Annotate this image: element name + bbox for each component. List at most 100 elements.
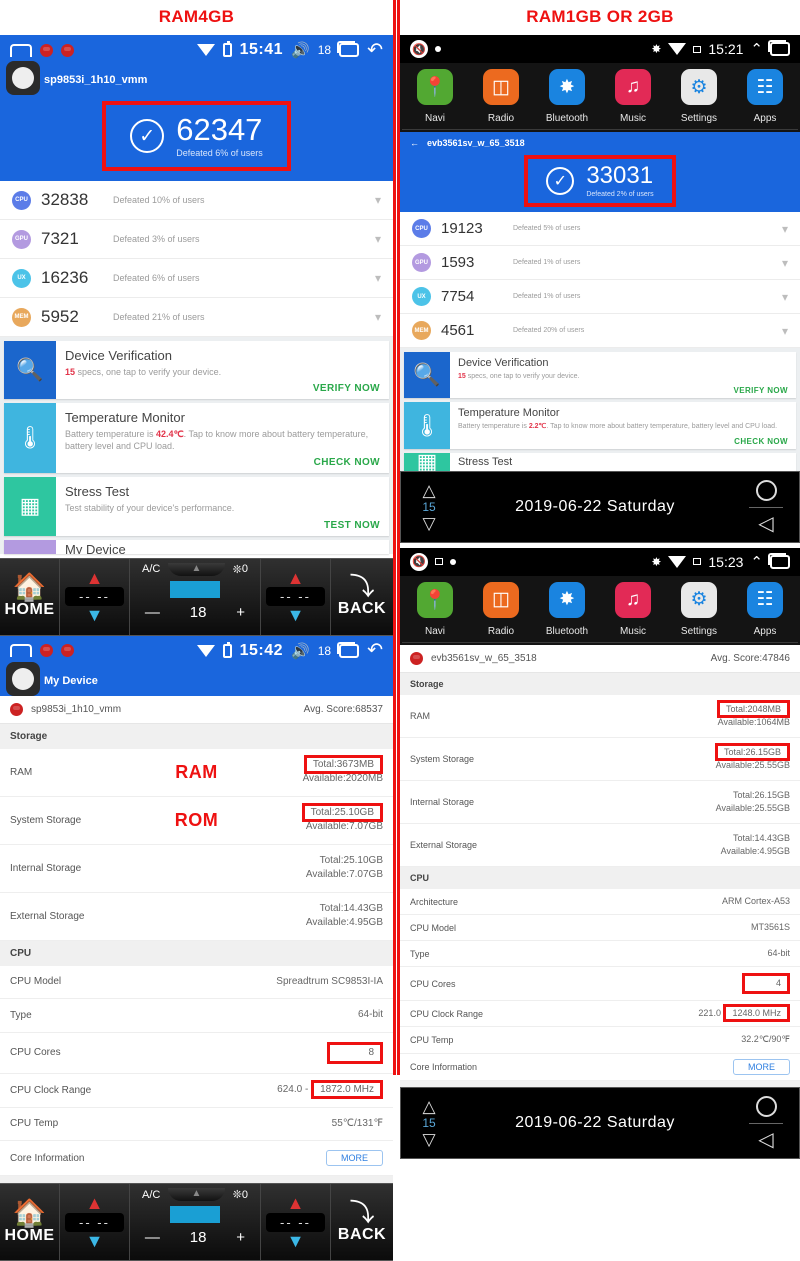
card-action-verify[interactable]: VERIFY NOW [65, 383, 380, 394]
card-device-verification[interactable]: 🔍 Device Verification 15 specs, one tap … [404, 352, 796, 399]
app-navi[interactable]: 📍 Navi [404, 69, 466, 124]
chevron-down-icon[interactable]: ▼ [86, 1231, 104, 1250]
home-outline-icon[interactable] [10, 43, 32, 57]
card-action-check[interactable]: CHECK NOW [458, 437, 788, 446]
chevron-down-icon[interactable]: ▾ [375, 193, 381, 207]
app-apps[interactable]: ☷ Apps [734, 69, 796, 124]
hmi-climate-panel[interactable]: A/C ▲ ❊ 0 — 18 + [130, 1184, 261, 1261]
metric-row-gpu[interactable]: GPU 7321 Defeated 3% of users ▾ [0, 220, 393, 259]
volume-knob-icon[interactable] [6, 661, 40, 696]
chevron-down-icon[interactable]: ▾ [375, 232, 381, 246]
app-radio[interactable]: ◫ Radio [470, 69, 532, 124]
metric-row-gpu[interactable]: GPU 1593 Defeated 1% of users ▾ [400, 246, 800, 280]
hmi-back-button[interactable]: ⤵ BACK [331, 558, 393, 635]
card-temperature-monitor[interactable]: 🌡 Temperature Monitor Battery temperatur… [404, 402, 796, 449]
metric-row-ux[interactable]: UX 16236 Defeated 6% of users ▾ [0, 259, 393, 298]
hmi-climate-panel[interactable]: A/C ▲ ❊ 0 — 18 + [130, 558, 261, 635]
app-apps[interactable]: ☷ Apps [734, 581, 796, 637]
back-arrow-icon[interactable]: ↶ [367, 641, 383, 660]
circle-icon[interactable] [755, 479, 777, 501]
card-temperature-monitor[interactable]: 🌡 Temperature Monitor Battery temperatur… [4, 403, 389, 474]
chevron-down-icon[interactable]: ▾ [375, 310, 381, 324]
triangle-up-icon[interactable]: △ [422, 482, 435, 499]
triangle-left-icon[interactable]: ◁ [758, 514, 773, 534]
hmi-home-button[interactable]: 🏠 HOME [0, 558, 60, 635]
circle-icon[interactable] [755, 1095, 777, 1117]
card-action-test[interactable]: TEST NOW [65, 520, 380, 531]
home-outline-icon[interactable] [10, 644, 32, 658]
volume-knob-icon[interactable] [6, 61, 40, 95]
hmi-right-temp[interactable]: ▲ -- -- ▼ [261, 1184, 331, 1261]
metric-row-ux[interactable]: UX 7754 Defeated 1% of users ▾ [400, 280, 800, 314]
hmi-right-temp[interactable]: ▲ -- -- ▼ [261, 558, 331, 635]
left-total-score[interactable]: ✓ 62347 Defeated 6% of users [102, 101, 291, 171]
triangle-left-icon[interactable]: ◁ [758, 1130, 773, 1150]
app-music[interactable]: ♫ Music [602, 69, 664, 124]
app-settings[interactable]: ⚙ Settings [668, 69, 730, 124]
app-bluetooth[interactable]: ✸ Bluetooth [536, 69, 598, 124]
triangle-up-icon[interactable]: △ [422, 1098, 435, 1115]
app-navi[interactable]: 📍 Navi [404, 581, 466, 637]
hmi-left-temp[interactable]: ▲ -- -- ▼ [60, 1184, 130, 1261]
metric-row-mem[interactable]: MEM 4561 Defeated 20% of users ▾ [400, 314, 800, 348]
hmi-plus-button[interactable]: + [236, 604, 245, 621]
speaker-icon[interactable]: 🔊 [291, 41, 310, 59]
card-my-device-partial[interactable]: My Device [4, 539, 389, 554]
mute-speaker-icon[interactable]: 🔇 [410, 552, 428, 571]
chevron-up-icon[interactable]: ▲ [287, 568, 305, 587]
hmi-fan-level-bar[interactable] [170, 1206, 220, 1224]
card-stress-test[interactable]: ▦ Stress Test Test stability of your dev… [4, 477, 389, 536]
chevron-down-icon[interactable]: ▾ [782, 290, 788, 304]
recents-icon[interactable] [768, 552, 790, 569]
triangle-down-icon[interactable]: ▽ [422, 1131, 435, 1148]
more-button[interactable]: MORE [733, 1058, 790, 1075]
hmi-ac-label[interactable]: A/C [142, 563, 160, 575]
chevron-down-icon[interactable]: ▾ [782, 256, 788, 270]
more-button[interactable]: MORE [326, 1150, 383, 1167]
recents-icon[interactable] [337, 41, 360, 57]
card-device-verification[interactable]: 🔍 Device Verification 15 specs, one tap … [4, 341, 389, 400]
hmi-left-temp[interactable]: ▲ -- -- ▼ [60, 558, 130, 635]
recents-icon[interactable] [337, 641, 360, 658]
chevron-down-icon[interactable]: ▾ [782, 324, 788, 338]
chevron-down-icon[interactable]: ▼ [287, 606, 305, 625]
fan-icon[interactable]: ❊ [233, 1188, 242, 1201]
date-stepper[interactable]: △ 15 ▽ [401, 1098, 457, 1148]
chevron-down-icon[interactable]: ▾ [782, 222, 788, 236]
card-action-verify[interactable]: VERIFY NOW [458, 386, 788, 395]
chevron-up-icon[interactable]: ▲ [287, 1194, 305, 1213]
chevron-down-icon[interactable]: ▾ [375, 271, 381, 285]
hmi-minus-button[interactable]: — [145, 604, 160, 621]
triangle-down-icon[interactable]: ▽ [422, 515, 435, 532]
fan-icon[interactable]: ❊ [233, 563, 242, 576]
hmi-plus-button[interactable]: + [236, 1229, 245, 1246]
chevron-up-icon[interactable]: ⌃ [750, 40, 763, 58]
hmi-home-button[interactable]: 🏠 HOME [0, 1184, 60, 1261]
card-stress-test[interactable]: ▦ Stress Test [404, 452, 796, 471]
chevron-down-icon[interactable]: ▼ [86, 606, 104, 625]
chevron-up-icon[interactable]: ⌃ [750, 553, 763, 571]
metric-row-cpu[interactable]: CPU 32838 Defeated 10% of users ▾ [0, 181, 393, 220]
hmi-minus-button[interactable]: — [145, 1229, 160, 1246]
metric-row-mem[interactable]: MEM 5952 Defeated 21% of users ▾ [0, 298, 393, 337]
right-total-score[interactable]: ✓ 33031 Defeated 2% of users [524, 155, 676, 207]
date-stepper[interactable]: △ 15 ▽ [401, 482, 457, 532]
app-bluetooth[interactable]: ✸ Bluetooth [536, 581, 598, 637]
hmi-fan-level-bar[interactable] [170, 580, 220, 598]
speaker-icon[interactable]: 🔊 [291, 642, 310, 660]
mute-speaker-icon[interactable]: 🔇 [410, 40, 428, 58]
recents-icon[interactable] [768, 40, 790, 56]
chevron-up-icon[interactable]: ▲ [86, 568, 104, 587]
app-radio[interactable]: ◫ Radio [470, 581, 532, 637]
card-action-check[interactable]: CHECK NOW [65, 457, 380, 468]
vent-icon[interactable]: ▲ [168, 1188, 225, 1202]
app-music[interactable]: ♫ Music [602, 581, 664, 637]
hmi-back-button[interactable]: ⤵ BACK [331, 1184, 393, 1261]
metric-row-cpu[interactable]: CPU 19123 Defeated 5% of users ▾ [400, 212, 800, 246]
hmi-ac-label[interactable]: A/C [142, 1189, 160, 1201]
chevron-up-icon[interactable]: ▲ [86, 1194, 104, 1213]
back-arrow-icon[interactable]: ← [410, 138, 419, 148]
back-arrow-icon[interactable]: ↶ [367, 41, 383, 60]
app-settings[interactable]: ⚙ Settings [668, 581, 730, 637]
vent-icon[interactable]: ▲ [168, 562, 225, 576]
